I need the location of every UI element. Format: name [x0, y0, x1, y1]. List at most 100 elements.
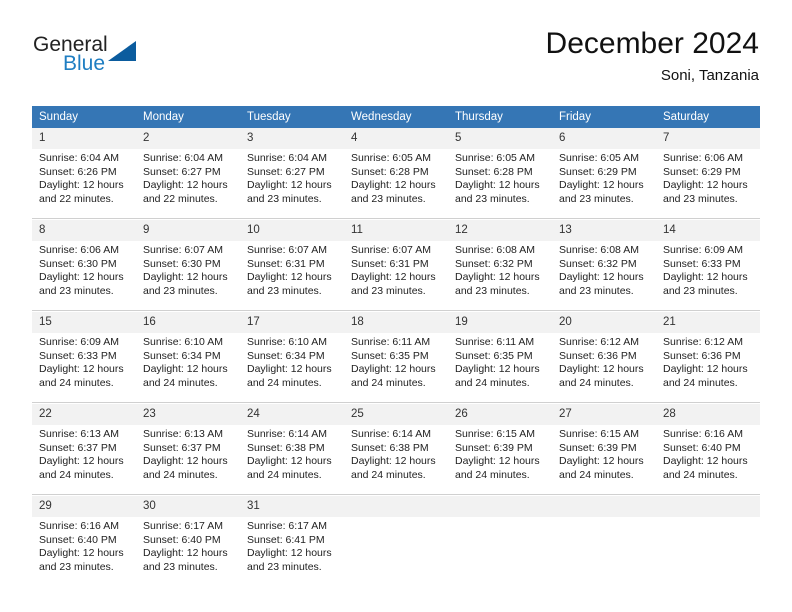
sunrise-time: Sunrise: 6:04 AM	[143, 152, 223, 164]
daylight-duration-line1: Daylight: 12 hours	[143, 363, 228, 376]
calendar-day-cell[interactable]: 17 Sunrise: 6:10 AM Sunset: 6:34 PM Dayligh…	[240, 312, 344, 403]
sunset-time: Sunset: 6:37 PM	[143, 441, 221, 454]
daylight-duration-line1: Daylight: 12 hours	[247, 455, 332, 468]
day-number: 14	[656, 220, 760, 241]
calendar-day-cell[interactable]: 31 Sunrise: 6:17 AM Sunset: 6:41 PM Dayligh…	[240, 496, 344, 586]
calendar-day-cell[interactable]: 27 Sunrise: 6:15 AM Sunset: 6:39 PM Dayligh…	[552, 404, 656, 495]
day-sun-info: Sunrise: 6:12 AM Sunset: 6:36 PM Daylight:…	[552, 333, 656, 402]
daylight-duration-line1: Daylight: 12 hours	[143, 547, 228, 560]
day-sun-info: Sunrise: 6:16 AM Sunset: 6:40 PM Daylight:…	[32, 517, 136, 586]
calendar-day-cell[interactable]: 8 Sunrise: 6:06 AM Sunset: 6:30 PM Daylight…	[32, 220, 136, 311]
sunset-time: Sunset: 6:34 PM	[247, 349, 325, 362]
day-sun-info: Sunrise: 6:16 AM Sunset: 6:40 PM Daylight:…	[656, 425, 760, 494]
daylight-duration-line2: and 24 minutes.	[143, 468, 218, 481]
calendar-day-cell[interactable]: 21 Sunrise: 6:12 AM Sunset: 6:36 PM Dayligh…	[656, 312, 760, 403]
day-number	[656, 496, 760, 517]
calendar-day-cell[interactable]: 23 Sunrise: 6:13 AM Sunset: 6:37 PM Dayligh…	[136, 404, 240, 495]
daylight-duration-line2: and 23 minutes.	[455, 284, 530, 297]
sunset-time: Sunset: 6:33 PM	[39, 349, 117, 362]
day-sun-info: Sunrise: 6:07 AM Sunset: 6:30 PM Daylight:…	[136, 241, 240, 310]
calendar-day-cell[interactable]: 28 Sunrise: 6:16 AM Sunset: 6:40 PM Dayligh…	[656, 404, 760, 495]
sunrise-time: Sunrise: 6:12 AM	[663, 336, 743, 348]
calendar-day-cell[interactable]: 11 Sunrise: 6:07 AM Sunset: 6:31 PM Dayligh…	[344, 220, 448, 311]
page-subtitle-location: Soni, Tanzania	[660, 67, 759, 84]
calendar-day-cell[interactable]: 4 Sunrise: 6:05 AM Sunset: 6:28 PM Daylight…	[344, 128, 448, 219]
weekday-header-thursday: Thursday	[448, 106, 552, 128]
calendar-day-cell[interactable]: 6 Sunrise: 6:05 AM Sunset: 6:29 PM Daylight…	[552, 128, 656, 219]
calendar-day-cell[interactable]: 9 Sunrise: 6:07 AM Sunset: 6:30 PM Daylight…	[136, 220, 240, 311]
calendar-header-row: Sunday Monday Tuesday Wednesday Thursday…	[32, 106, 760, 128]
sunrise-time: Sunrise: 6:11 AM	[455, 336, 535, 348]
day-sun-info: Sunrise: 6:13 AM Sunset: 6:37 PM Daylight:…	[32, 425, 136, 494]
calendar-day-cell[interactable]: 20 Sunrise: 6:12 AM Sunset: 6:36 PM Dayligh…	[552, 312, 656, 403]
daylight-duration-line1: Daylight: 12 hours	[143, 271, 228, 284]
calendar-day-cell[interactable]: 16 Sunrise: 6:10 AM Sunset: 6:34 PM Dayligh…	[136, 312, 240, 403]
calendar-day-cell[interactable]: 24 Sunrise: 6:14 AM Sunset: 6:38 PM Dayligh…	[240, 404, 344, 495]
calendar-day-cell[interactable]: 30 Sunrise: 6:17 AM Sunset: 6:40 PM Dayligh…	[136, 496, 240, 586]
day-sun-info: Sunrise: 6:15 AM Sunset: 6:39 PM Daylight:…	[448, 425, 552, 494]
calendar-day-cell[interactable]: 5 Sunrise: 6:05 AM Sunset: 6:28 PM Daylight…	[448, 128, 552, 219]
daylight-duration-line1: Daylight: 12 hours	[39, 271, 124, 284]
daylight-duration-line1: Daylight: 12 hours	[351, 363, 436, 376]
daylight-duration-line1: Daylight: 12 hours	[559, 271, 644, 284]
general-blue-logo: General Blue	[33, 33, 203, 83]
sunrise-time: Sunrise: 6:07 AM	[247, 244, 327, 256]
daylight-duration-line1: Daylight: 12 hours	[247, 363, 332, 376]
daylight-duration-line2: and 23 minutes.	[39, 284, 114, 297]
calendar-day-cell[interactable]: 25 Sunrise: 6:14 AM Sunset: 6:38 PM Dayligh…	[344, 404, 448, 495]
sunrise-time: Sunrise: 6:04 AM	[39, 152, 119, 164]
daylight-duration-line2: and 24 minutes.	[663, 376, 738, 389]
calendar-grid: Sunday Monday Tuesday Wednesday Thursday…	[32, 106, 760, 586]
day-number: 29	[32, 496, 136, 517]
calendar-day-cell[interactable]: 18 Sunrise: 6:11 AM Sunset: 6:35 PM Dayligh…	[344, 312, 448, 403]
day-sun-info: Sunrise: 6:07 AM Sunset: 6:31 PM Daylight:…	[344, 241, 448, 310]
calendar-day-cell[interactable]: 12 Sunrise: 6:08 AM Sunset: 6:32 PM Dayligh…	[448, 220, 552, 311]
calendar-day-cell[interactable]: 29 Sunrise: 6:16 AM Sunset: 6:40 PM Dayligh…	[32, 496, 136, 586]
day-number: 18	[344, 312, 448, 333]
day-sun-info: Sunrise: 6:04 AM Sunset: 6:27 PM Daylight:…	[136, 149, 240, 218]
calendar-day-cell[interactable]: 2 Sunrise: 6:04 AM Sunset: 6:27 PM Daylight…	[136, 128, 240, 219]
calendar-empty-cell	[344, 496, 448, 586]
day-number: 22	[32, 404, 136, 425]
calendar-day-cell[interactable]: 1 Sunrise: 6:04 AM Sunset: 6:26 PM Daylight…	[32, 128, 136, 219]
daylight-duration-line2: and 24 minutes.	[559, 376, 634, 389]
calendar-day-cell[interactable]: 7 Sunrise: 6:06 AM Sunset: 6:29 PM Daylight…	[656, 128, 760, 219]
sunset-time: Sunset: 6:27 PM	[143, 165, 221, 178]
day-number: 12	[448, 220, 552, 241]
sunset-time: Sunset: 6:40 PM	[663, 441, 741, 454]
calendar-day-cell[interactable]: 15 Sunrise: 6:09 AM Sunset: 6:33 PM Dayligh…	[32, 312, 136, 403]
day-sun-info: Sunrise: 6:12 AM Sunset: 6:36 PM Daylight:…	[656, 333, 760, 402]
day-number: 15	[32, 312, 136, 333]
daylight-duration-line1: Daylight: 12 hours	[455, 455, 540, 468]
calendar-day-cell[interactable]: 10 Sunrise: 6:07 AM Sunset: 6:31 PM Dayligh…	[240, 220, 344, 311]
calendar-day-cell[interactable]: 22 Sunrise: 6:13 AM Sunset: 6:37 PM Dayligh…	[32, 404, 136, 495]
daylight-duration-line2: and 24 minutes.	[39, 468, 114, 481]
calendar-day-cell[interactable]: 26 Sunrise: 6:15 AM Sunset: 6:39 PM Dayligh…	[448, 404, 552, 495]
sunset-time: Sunset: 6:30 PM	[143, 257, 221, 270]
daylight-duration-line2: and 23 minutes.	[559, 284, 634, 297]
day-number	[344, 496, 448, 517]
daylight-duration-line2: and 24 minutes.	[455, 376, 530, 389]
day-sun-info: Sunrise: 6:10 AM Sunset: 6:34 PM Daylight:…	[136, 333, 240, 402]
sunrise-time: Sunrise: 6:05 AM	[559, 152, 639, 164]
day-number: 1	[32, 128, 136, 149]
sunset-time: Sunset: 6:39 PM	[559, 441, 637, 454]
sunrise-time: Sunrise: 6:15 AM	[455, 428, 535, 440]
calendar-day-cell[interactable]: 14 Sunrise: 6:09 AM Sunset: 6:33 PM Dayligh…	[656, 220, 760, 311]
sunrise-time: Sunrise: 6:15 AM	[559, 428, 639, 440]
daylight-duration-line1: Daylight: 12 hours	[39, 547, 124, 560]
day-sun-info: Sunrise: 6:05 AM Sunset: 6:28 PM Daylight:…	[448, 149, 552, 218]
sunrise-time: Sunrise: 6:08 AM	[559, 244, 639, 256]
calendar-day-cell[interactable]: 19 Sunrise: 6:11 AM Sunset: 6:35 PM Dayligh…	[448, 312, 552, 403]
day-number: 28	[656, 404, 760, 425]
logo-text-blue: Blue	[63, 52, 106, 75]
daylight-duration-line1: Daylight: 12 hours	[351, 455, 436, 468]
day-number: 11	[344, 220, 448, 241]
calendar-day-cell[interactable]: 3 Sunrise: 6:04 AM Sunset: 6:27 PM Daylight…	[240, 128, 344, 219]
daylight-duration-line1: Daylight: 12 hours	[559, 179, 644, 192]
calendar-day-cell[interactable]: 13 Sunrise: 6:08 AM Sunset: 6:32 PM Dayligh…	[552, 220, 656, 311]
sunset-time: Sunset: 6:38 PM	[247, 441, 325, 454]
weekday-header-wednesday: Wednesday	[344, 106, 448, 128]
daylight-duration-line2: and 24 minutes.	[143, 376, 218, 389]
day-number: 24	[240, 404, 344, 425]
